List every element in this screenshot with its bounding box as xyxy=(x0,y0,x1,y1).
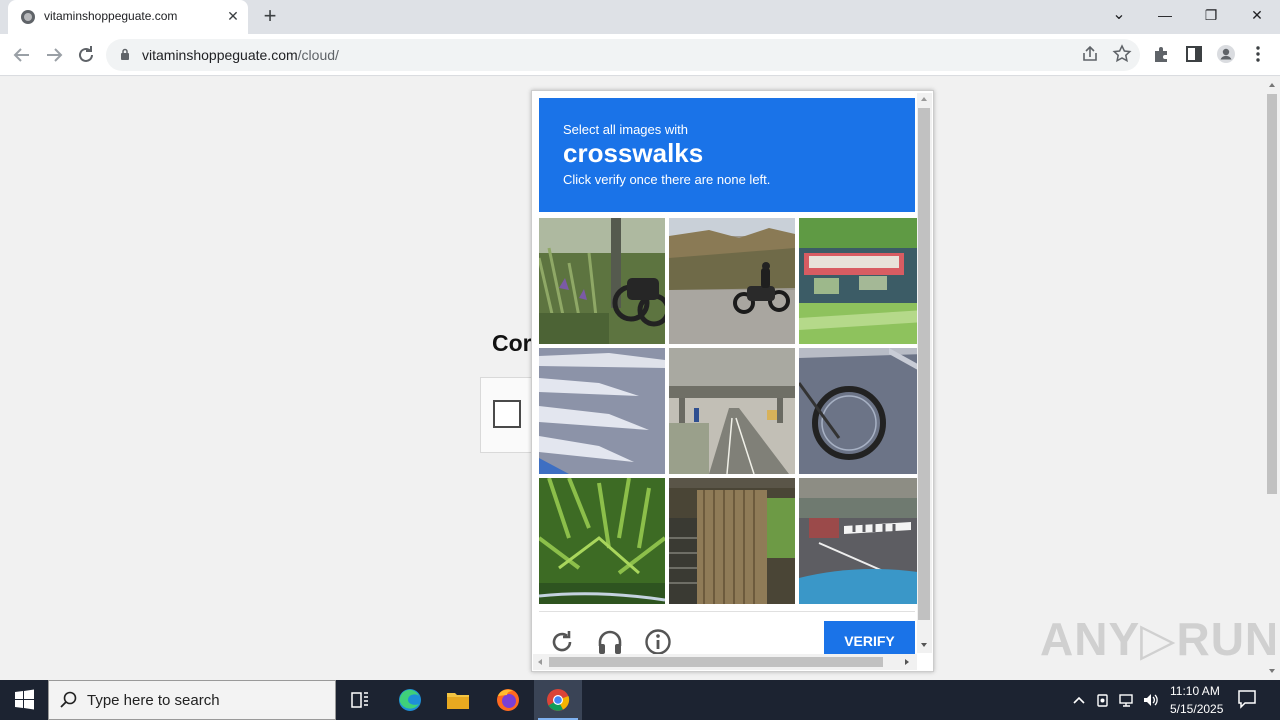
tab-title: vitaminshoppeguate.com xyxy=(44,9,178,23)
url-path: /cloud/ xyxy=(297,47,339,63)
back-arrow-icon[interactable] xyxy=(10,43,34,67)
captcha-vertical-scrollbar-thumb[interactable] xyxy=(918,108,930,620)
page-heading: Cor xyxy=(492,330,532,356)
extensions-puzzle-icon[interactable] xyxy=(1152,44,1172,64)
captcha-tile-motorcycle-road[interactable] xyxy=(669,218,795,344)
restore-button[interactable]: ❐ xyxy=(1188,0,1234,30)
bookmark-star-icon[interactable] xyxy=(1112,44,1132,64)
url-text[interactable]: vitaminshoppeguate.com/cloud/ xyxy=(142,47,339,63)
side-panel-icon[interactable] xyxy=(1184,44,1204,64)
search-icon xyxy=(60,691,77,708)
taskbar-search-placeholder[interactable]: Type here to search xyxy=(87,692,220,709)
close-window-button[interactable]: ✕ xyxy=(1234,0,1280,30)
profile-avatar-icon[interactable] xyxy=(1216,44,1236,64)
verification-checkbox[interactable] xyxy=(493,400,521,428)
notifications-icon[interactable] xyxy=(1236,688,1258,710)
chrome-taskbar-button[interactable] xyxy=(534,680,582,720)
captcha-footer-divider xyxy=(539,611,915,612)
tray-overflow-chevron-icon[interactable] xyxy=(1070,690,1088,710)
captcha-instruction: Select all images with xyxy=(563,122,688,137)
clock-date[interactable]: 5/15/2025 xyxy=(1170,702,1223,716)
url-host: vitaminshoppeguate.com xyxy=(142,47,298,63)
captcha-tile-street-crosswalk[interactable] xyxy=(799,478,925,604)
minimize-button[interactable]: — xyxy=(1142,0,1188,30)
captcha-tile-crosswalk-stripes[interactable] xyxy=(539,348,665,474)
tab-close-icon[interactable]: ✕ xyxy=(224,7,242,25)
task-view-icon[interactable] xyxy=(336,680,384,720)
forward-arrow-icon[interactable] xyxy=(42,43,66,67)
new-tab-button[interactable]: + xyxy=(258,4,282,28)
page-scrollbar-thumb[interactable] xyxy=(1267,94,1277,494)
captcha-scroll-left-icon[interactable] xyxy=(535,656,545,668)
captcha-scroll-right-icon[interactable] xyxy=(902,656,912,668)
captcha-tile-bicycle-wheel[interactable] xyxy=(799,348,925,474)
captcha-scroll-down-icon[interactable] xyxy=(918,640,930,650)
captcha-tile-plants[interactable] xyxy=(539,478,665,604)
network-icon[interactable] xyxy=(1118,690,1136,710)
captcha-tile-highway-overpass[interactable] xyxy=(669,348,795,474)
chrome-icon xyxy=(547,689,570,711)
edge-browser-icon[interactable] xyxy=(386,680,434,720)
info-icon[interactable] xyxy=(644,628,672,656)
captcha-horizontal-scrollbar-thumb[interactable] xyxy=(549,657,883,667)
reload-icon[interactable] xyxy=(74,43,98,67)
tab-search-button[interactable]: ⌄ xyxy=(1096,0,1142,30)
refresh-icon[interactable] xyxy=(548,628,576,656)
firefox-icon[interactable] xyxy=(484,680,532,720)
scroll-down-arrow-icon[interactable] xyxy=(1266,666,1278,676)
clock-time[interactable]: 11:10 AM xyxy=(1170,684,1220,698)
lock-icon[interactable] xyxy=(120,48,130,61)
captcha-target: crosswalks xyxy=(563,138,704,168)
tray-device-icon[interactable] xyxy=(1094,690,1112,710)
captcha-tile-bus-trees[interactable] xyxy=(799,218,925,344)
volume-icon[interactable] xyxy=(1142,690,1160,710)
audio-headphones-icon[interactable] xyxy=(596,628,624,656)
anyrun-watermark: ANY▷RUN xyxy=(1040,613,1280,665)
captcha-scroll-up-icon[interactable] xyxy=(918,94,930,104)
menu-kebab-icon[interactable] xyxy=(1248,44,1268,64)
captcha-subtext: Click verify once there are none left. xyxy=(563,172,771,187)
globe-icon xyxy=(21,10,35,24)
browser-tab[interactable]: vitaminshoppeguate.com ✕ xyxy=(8,0,248,34)
captcha-tile-motorcycle-bushes[interactable] xyxy=(539,218,665,344)
windows-start-icon[interactable] xyxy=(0,680,48,720)
scroll-up-arrow-icon[interactable] xyxy=(1266,80,1278,90)
share-icon[interactable] xyxy=(1080,44,1100,64)
captcha-tile-wooden-fence[interactable] xyxy=(669,478,795,604)
file-explorer-icon[interactable] xyxy=(434,680,482,720)
